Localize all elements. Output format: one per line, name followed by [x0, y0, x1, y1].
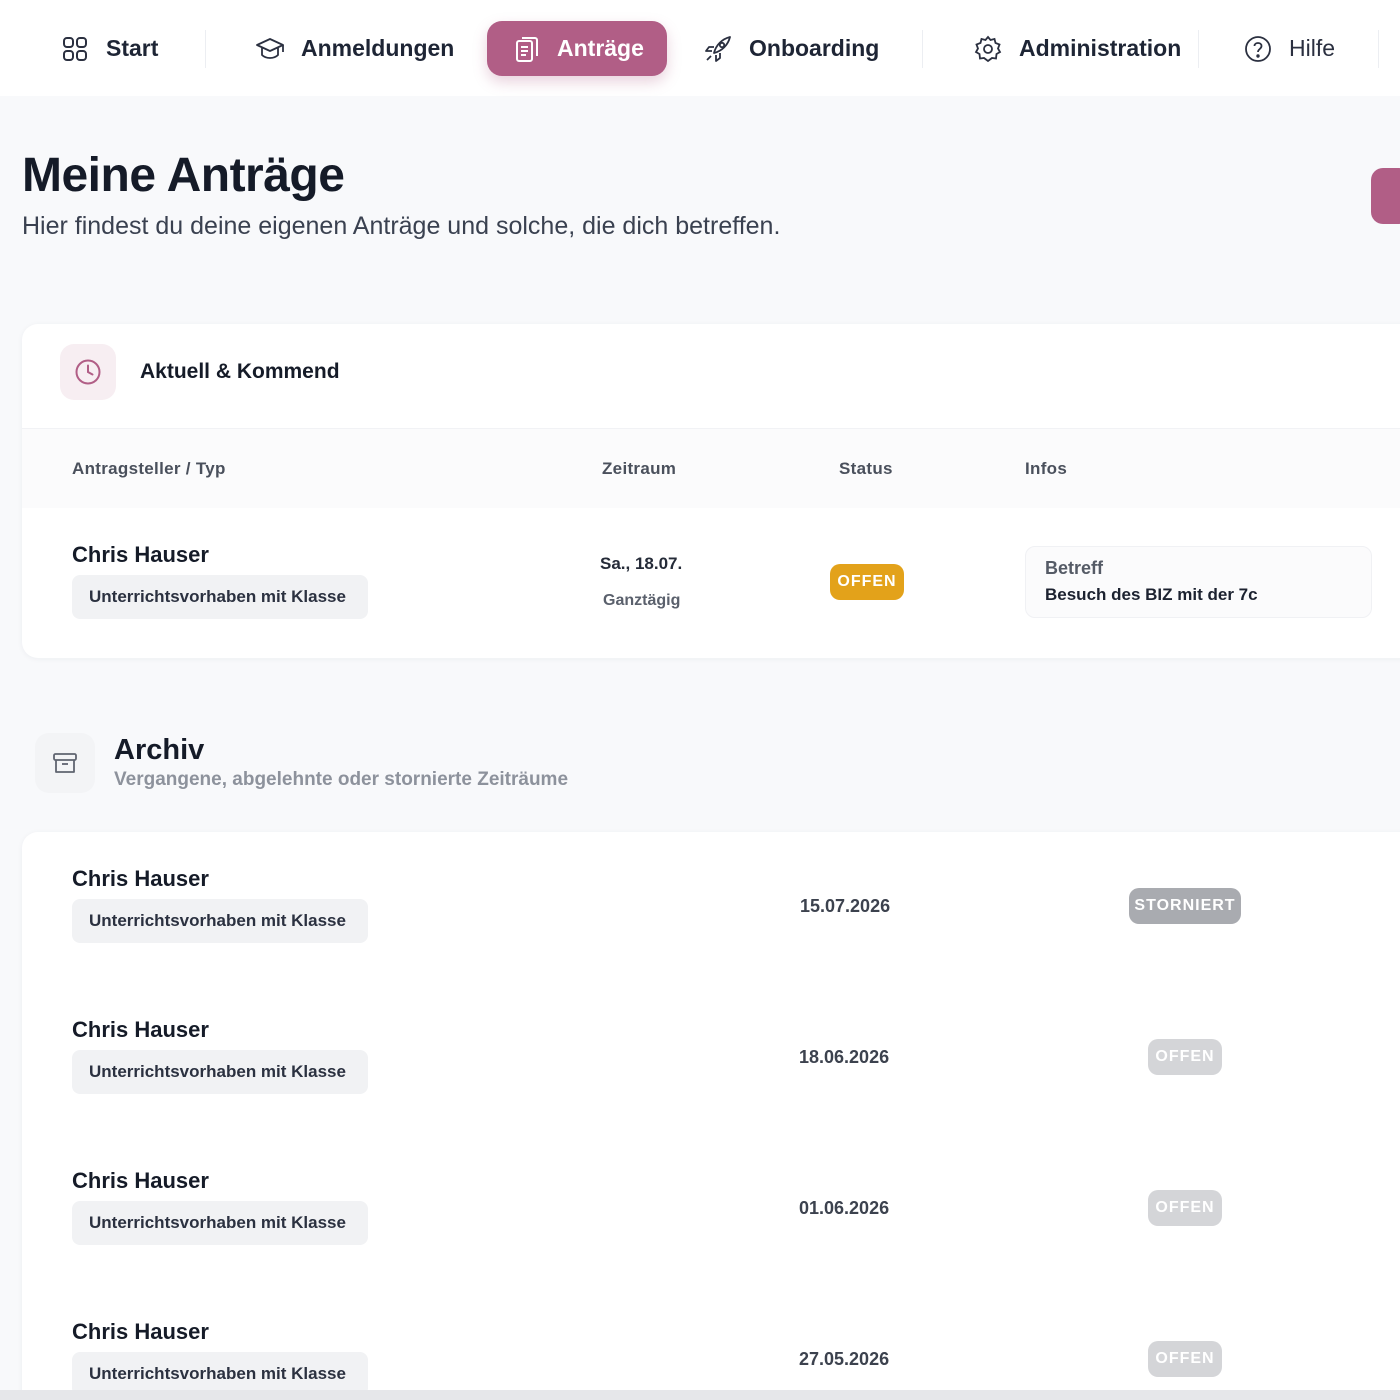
nav-label-anmeldungen: Anmeldungen [301, 35, 455, 61]
nav-item-hilfe[interactable]: Hilfe [1243, 21, 1335, 76]
info-label: Betreff [1045, 558, 1104, 578]
nav-item-antraege[interactable]: Anträge [487, 21, 667, 76]
request-type-chip: Unterrichtsvorhaben mit Klasse [72, 1050, 368, 1094]
nav-item-start[interactable]: Start [60, 21, 158, 76]
clock-icon [60, 344, 116, 400]
status-badge: STORNIERT [1129, 888, 1241, 924]
applicant-name: Chris Hauser [72, 1168, 209, 1193]
nav-divider [205, 30, 206, 68]
archive-card: Chris Hauser Unterrichtsvorhaben mit Kla… [22, 832, 1400, 1400]
nav-label-onboarding: Onboarding [749, 35, 880, 61]
graduation-cap-icon [255, 34, 285, 64]
side-action-tab[interactable] [1371, 168, 1400, 224]
period-date: Sa., 18.07. [600, 554, 683, 573]
applicant-name: Chris Hauser [72, 1017, 209, 1042]
applicant-name: Chris Hauser [72, 866, 209, 891]
nav-item-anmeldungen[interactable]: Anmeldungen [255, 21, 454, 76]
status-badge: OFFEN [1148, 1341, 1222, 1377]
info-value: Besuch des BIZ mit der 7c [1045, 585, 1258, 604]
page-title: Meine Anträge [22, 149, 345, 202]
request-date: 27.05.2026 [799, 1349, 890, 1369]
horizontal-scrollbar[interactable] [0, 1390, 1400, 1400]
page-subtitle: Hier findest du deine eigenen Anträge un… [22, 212, 781, 240]
nav-item-administration[interactable]: Administration [973, 21, 1181, 76]
section-subtitle-archive: Vergangene, abgelehnte oder stornierte Z… [114, 769, 569, 790]
nav-divider [1198, 30, 1199, 68]
section-title-archive: Archiv [114, 734, 205, 766]
applicant-name: Chris Hauser [72, 1319, 209, 1344]
gear-icon [973, 34, 1003, 64]
status-badge: OFFEN [1148, 1190, 1222, 1226]
nav-item-onboarding[interactable]: Onboarding [703, 21, 879, 76]
request-date: 01.06.2026 [799, 1198, 890, 1218]
nav-label-administration: Administration [1019, 35, 1182, 61]
nav-label-antraege: Anträge [557, 35, 644, 61]
column-header-applicant: Antragsteller / Typ [72, 459, 226, 478]
request-date: 15.07.2026 [800, 896, 891, 916]
current-requests-card: Aktuell & Kommend Antragsteller / Typ Ze… [22, 324, 1400, 658]
info-box: Betreff Besuch des BIZ mit der 7c [1025, 546, 1372, 618]
column-header-status: Status [839, 459, 893, 478]
nav-label-hilfe: Hilfe [1289, 35, 1336, 61]
top-navigation: Start Anmeldungen Anträge Onboarding Adm… [0, 0, 1400, 96]
status-badge: OFFEN [830, 564, 904, 600]
request-type-chip: Unterrichtsvorhaben mit Klasse [72, 575, 368, 619]
status-badge: OFFEN [1148, 1039, 1222, 1075]
nav-divider [922, 30, 923, 68]
applicant-name: Chris Hauser [72, 542, 209, 567]
request-type-chip: Unterrichtsvorhaben mit Klasse [72, 899, 368, 943]
help-circle-icon [1243, 34, 1273, 64]
grid-icon [60, 34, 90, 64]
period-duration: Ganztägig [603, 592, 681, 609]
clipboard-icon [513, 34, 541, 64]
rocket-icon [703, 34, 733, 64]
request-type-chip: Unterrichtsvorhaben mit Klasse [72, 1201, 368, 1245]
nav-label-start: Start [106, 35, 159, 61]
request-date: 18.06.2026 [799, 1047, 890, 1067]
table-header: Antragsteller / Typ Zeitraum Status Info… [22, 428, 1400, 508]
nav-divider [1378, 30, 1379, 68]
column-header-period: Zeitraum [602, 459, 677, 478]
column-header-infos: Infos [1025, 459, 1068, 478]
section-title-current: Aktuell & Kommend [140, 360, 340, 383]
archive-box-icon [35, 733, 95, 793]
